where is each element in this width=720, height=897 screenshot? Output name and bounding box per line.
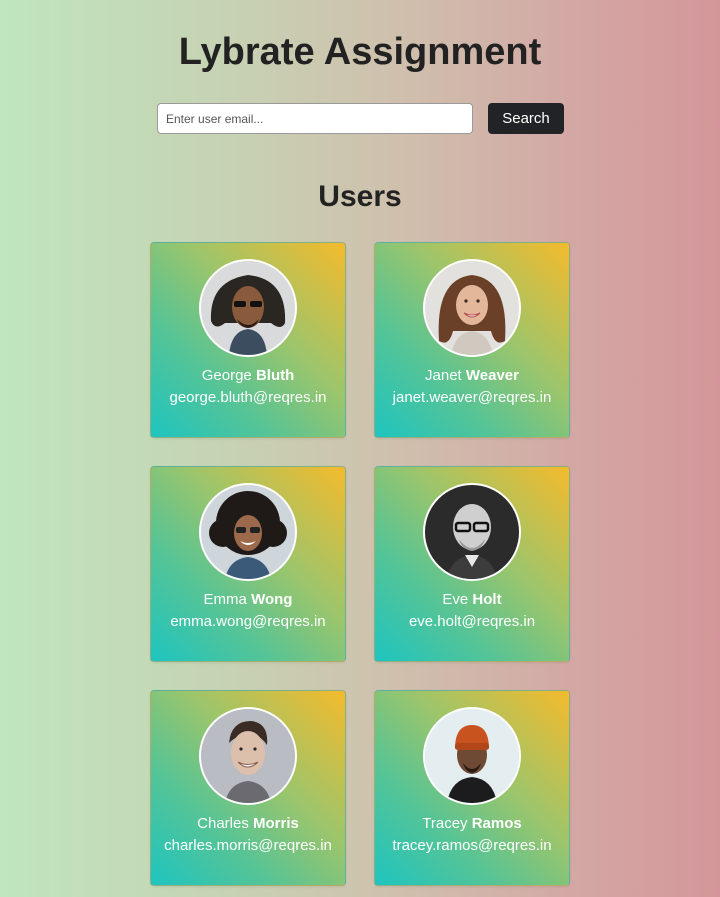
- last-name: Ramos: [471, 815, 522, 832]
- user-name: Eve Holt: [375, 591, 569, 609]
- email-search-input[interactable]: [157, 103, 473, 134]
- first-name: Emma: [203, 591, 247, 608]
- user-avatar: [423, 483, 521, 581]
- user-email: tracey.ramos@reqres.in: [392, 837, 552, 854]
- last-name: Weaver: [465, 367, 519, 384]
- search-button[interactable]: Search: [488, 103, 564, 134]
- user-name: Tracey Ramos: [375, 815, 569, 833]
- first-name: Eve: [442, 591, 469, 608]
- user-email: eve.holt@reqres.in: [408, 613, 536, 630]
- user-avatar: [423, 259, 521, 357]
- user-name: Janet Weaver: [375, 367, 569, 385]
- user-email: emma.wong@reqres.in: [170, 613, 326, 630]
- user-avatar: [423, 707, 521, 805]
- first-name: Janet: [425, 367, 462, 384]
- search-bar: Search: [157, 103, 564, 134]
- last-name: Morris: [253, 815, 299, 832]
- user-name: Emma Wong: [151, 591, 345, 609]
- first-name: Tracey: [422, 815, 468, 832]
- users-section-title: Users: [318, 180, 402, 213]
- user-card: Charles Morris charles.morris@reqres.in: [150, 690, 346, 886]
- last-name: Bluth: [255, 367, 295, 384]
- user-card: Emma Wong emma.wong@reqres.in: [150, 466, 346, 662]
- first-name: Charles: [197, 815, 249, 832]
- user-card: Janet Weaver janet.weaver@reqres.in: [374, 242, 570, 438]
- user-avatar: [199, 483, 297, 581]
- user-card: Tracey Ramos tracey.ramos@reqres.in: [374, 690, 570, 886]
- last-name: Holt: [472, 591, 502, 608]
- app-title: Lybrate Assignment: [178, 31, 542, 73]
- user-name: George Bluth: [151, 367, 345, 385]
- user-avatar: [199, 707, 297, 805]
- user-card: Eve Holt eve.holt@reqres.in: [374, 466, 570, 662]
- first-name: George: [201, 367, 252, 384]
- user-name: Charles Morris: [151, 815, 345, 833]
- user-card: George Bluth george.bluth@reqres.in: [150, 242, 346, 438]
- last-name: Wong: [251, 591, 293, 608]
- user-email: george.bluth@reqres.in: [169, 389, 327, 406]
- user-email: janet.weaver@reqres.in: [392, 389, 552, 406]
- user-avatar: [199, 259, 297, 357]
- user-email: charles.morris@reqres.in: [164, 837, 332, 854]
